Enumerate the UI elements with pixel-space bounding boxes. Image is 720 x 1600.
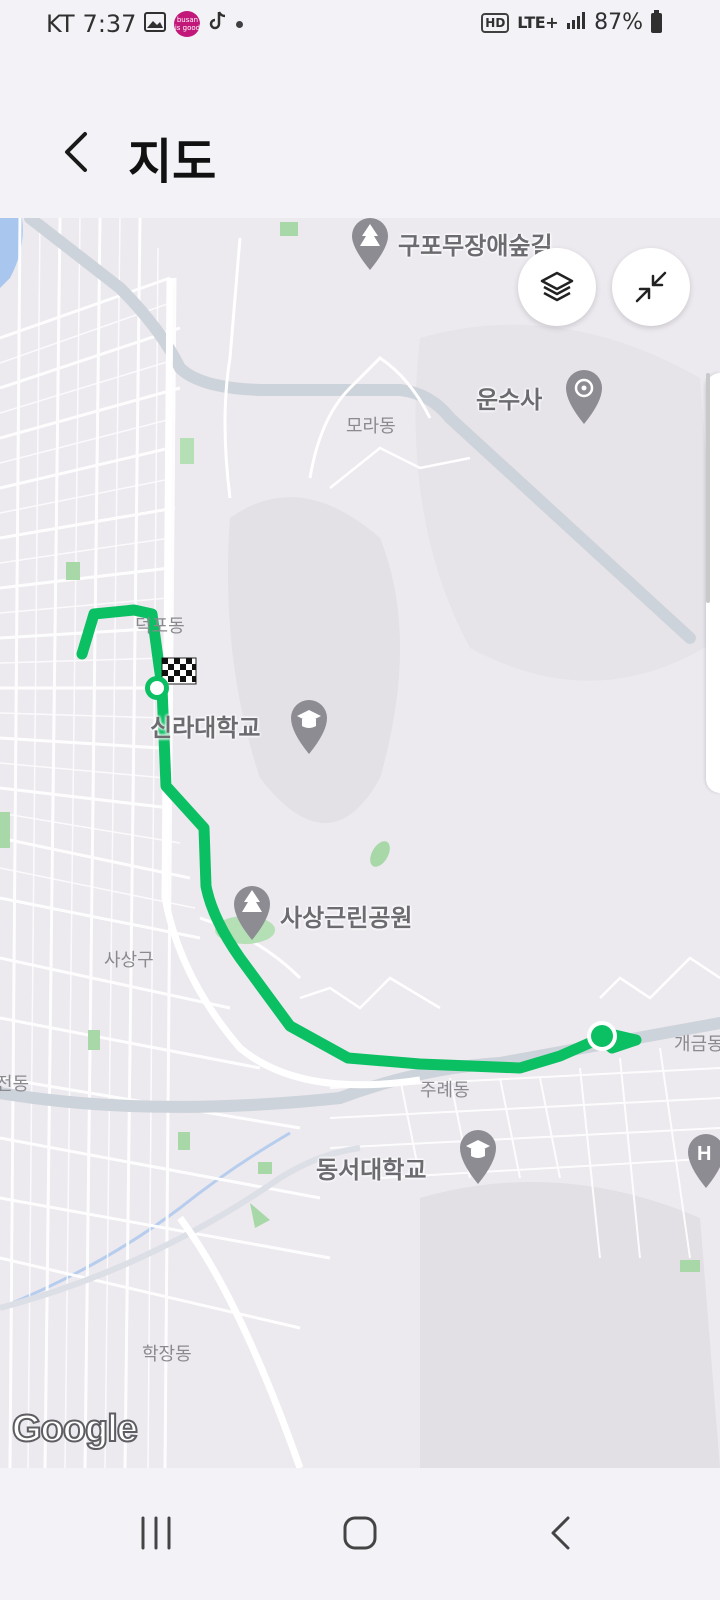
carrier-label: KT [46, 10, 75, 38]
battery-icon [651, 9, 662, 33]
label-unsusa[interactable]: 운수사 [476, 380, 542, 415]
status-left: KT 7:37 busan is good [46, 10, 244, 38]
svg-text:H: H [697, 1143, 711, 1165]
clock: 7:37 [82, 10, 137, 38]
school-pin-icon [460, 1130, 496, 1184]
status-bar: KT 7:37 busan is good HD LTE+ 87% [0, 0, 720, 56]
page-title: 지도 [128, 134, 217, 190]
side-panel-handle[interactable] [706, 373, 720, 793]
recent-apps-button[interactable] [116, 1498, 196, 1568]
map-layers-button[interactable] [518, 248, 596, 326]
hd-voice-icon: HD [481, 12, 510, 33]
collapse-icon [635, 271, 667, 303]
label-dongseo-univ[interactable]: 동서대학교 [316, 1150, 426, 1185]
gallery-icon [144, 10, 167, 38]
hospital-pin-icon: H [688, 1134, 720, 1188]
label-silla-univ[interactable]: 신라대학교 [150, 708, 260, 743]
start-marker-icon [587, 1021, 617, 1051]
collapse-map-button[interactable] [612, 248, 690, 326]
back-arrow-icon [551, 1516, 570, 1550]
label-jurye-dong: 주례동 [420, 1080, 470, 1101]
nav-back-button[interactable] [520, 1498, 600, 1568]
label-gupo-forest[interactable]: 구포무장애숲길 [398, 226, 553, 261]
finish-marker-icon [145, 676, 169, 700]
label-mora-dong: 모라동 [346, 416, 396, 437]
label-sasang-gu: 사상구 [104, 950, 154, 971]
app-badge-icon: busan is good [174, 11, 201, 37]
tiktok-icon [208, 10, 228, 38]
battery-level: 87% [594, 10, 643, 35]
system-nav-bar [0, 1468, 720, 1600]
map-canvas[interactable]: H [0, 218, 720, 1468]
forest-pin-icon [352, 218, 388, 270]
label-gaegeum: 개금동 [674, 1034, 720, 1055]
google-attribution: Google [11, 1407, 139, 1451]
layers-icon [540, 271, 574, 302]
label-deokpo-dong: 덕포동 [135, 616, 185, 637]
signal-icon [566, 10, 586, 35]
home-icon [343, 1516, 377, 1550]
recent-apps-icon [141, 1516, 171, 1550]
network-type: LTE+ [517, 13, 559, 32]
status-right: HD LTE+ 87% [481, 9, 662, 35]
notification-dot-icon [236, 20, 244, 28]
back-button[interactable] [52, 128, 100, 176]
label-jeon-dong: 전동 [0, 1074, 30, 1095]
home-button[interactable] [320, 1498, 400, 1568]
map-view[interactable]: H 구포무장애숲길 운수사 모라동 덕포동 신라대학교 사상근린공원 사상구 주… [0, 218, 720, 1468]
chevron-left-icon [65, 132, 87, 172]
label-sasang-park[interactable]: 사상근린공원 [280, 898, 412, 933]
app-header: 지도 [0, 92, 720, 212]
label-hakjang-dong: 학장동 [142, 1344, 192, 1365]
checkered-flag-icon [161, 657, 197, 685]
